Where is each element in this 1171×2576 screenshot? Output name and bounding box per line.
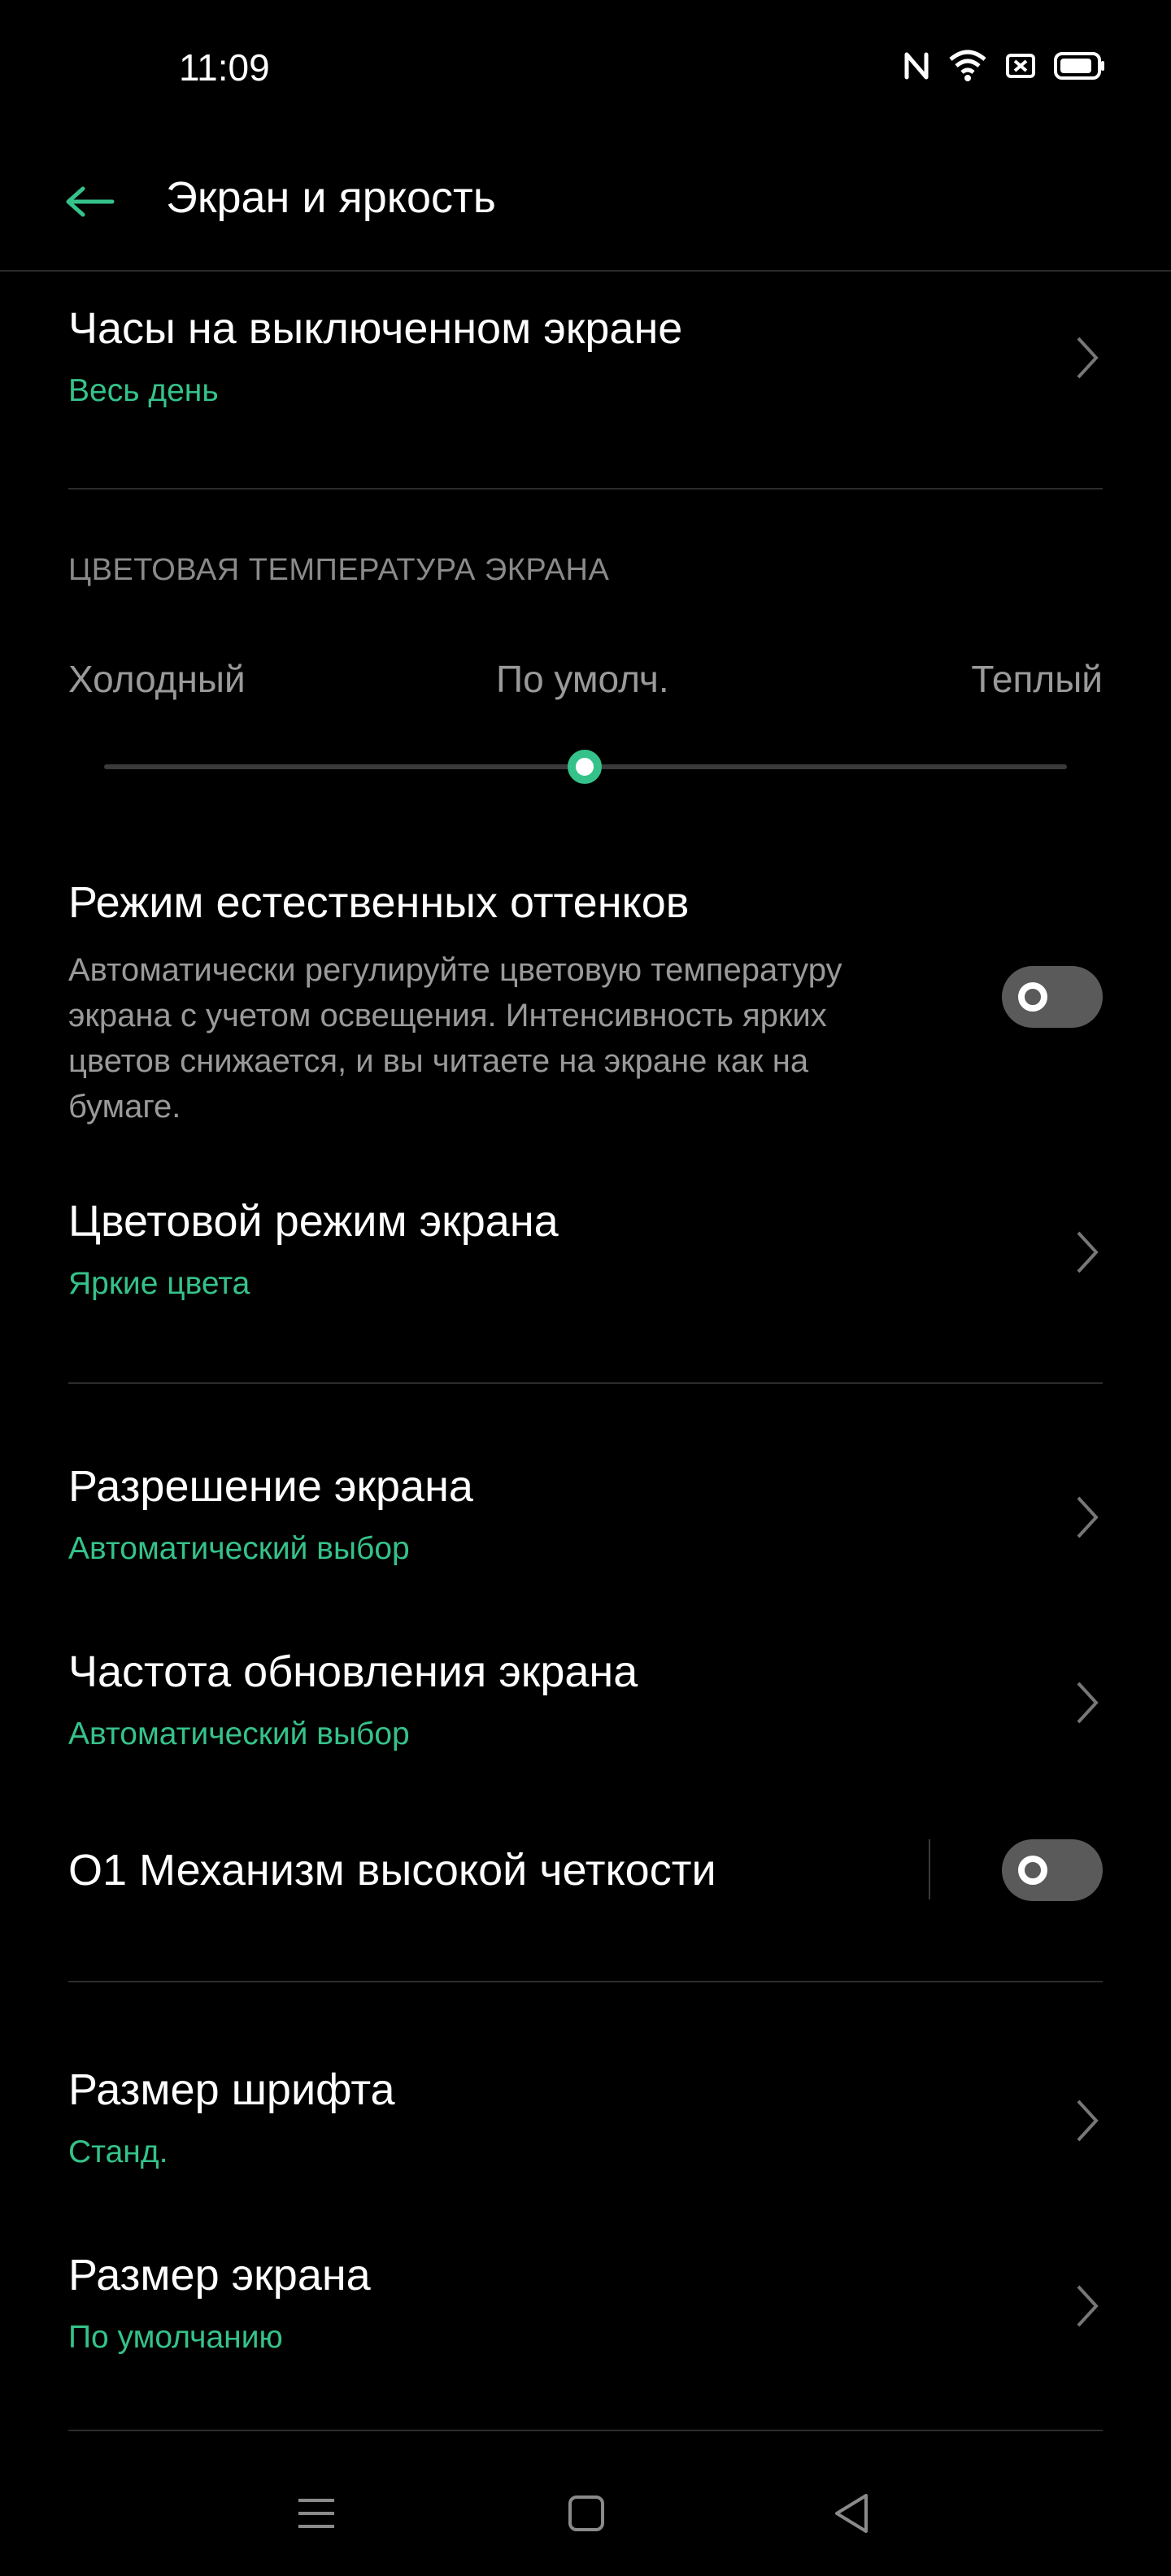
- setting-title: Разрешение экрана: [68, 1462, 473, 1511]
- divider: [68, 2430, 1103, 2431]
- notification-icon: [1005, 51, 1036, 80]
- setting-title: Размер шрифта: [68, 2065, 395, 2114]
- vertical-separator: [929, 1839, 930, 1899]
- back-button[interactable]: [57, 171, 122, 236]
- o1-engine-toggle[interactable]: [1002, 1839, 1103, 1901]
- setting-resolution[interactable]: Разрешение экрана Автоматический выбор: [68, 1460, 1103, 1574]
- setting-aod-clock[interactable]: Часы на выключенном экране Весь день: [68, 302, 1103, 416]
- setting-natural-tone[interactable]: Режим естественных оттенков Автоматическ…: [68, 877, 1103, 1137]
- label-cold: Холодный: [68, 658, 246, 700]
- navigation-bar: [0, 2448, 1171, 2576]
- chevron-right-icon: [1077, 1231, 1099, 1273]
- toggle-knob: [1018, 1856, 1047, 1885]
- battery-icon: [1054, 51, 1106, 80]
- status-bar: 11:09: [0, 0, 1171, 130]
- setting-value: По умолчанию: [68, 2319, 283, 2355]
- toggle-knob: [1018, 982, 1047, 1012]
- system-back-button[interactable]: [823, 2487, 880, 2543]
- setting-refresh-rate[interactable]: Частота обновления экрана Автоматический…: [68, 1646, 1103, 1760]
- page-title: Экран и яркость: [166, 173, 496, 222]
- divider: [68, 1382, 1103, 1384]
- chevron-right-icon: [1077, 337, 1099, 379]
- setting-title: Режим естественных оттенков: [68, 878, 690, 927]
- setting-title: Размер экрана: [68, 2251, 371, 2300]
- wifi-icon: [948, 50, 987, 82]
- setting-display-size[interactable]: Размер экрана По умолчанию: [68, 2249, 1103, 2363]
- slider-thumb[interactable]: [568, 750, 602, 784]
- label-warm: Теплый: [971, 658, 1103, 700]
- nfc-icon: [903, 50, 930, 82]
- chevron-right-icon: [1077, 2100, 1099, 2142]
- arrow-left-icon: [63, 185, 115, 222]
- setting-color-mode[interactable]: Цветовой режим экрана Яркие цвета: [68, 1195, 1103, 1309]
- status-icons: [903, 46, 1106, 86]
- temperature-labels: Холодный По умолч. Теплый: [68, 657, 1103, 706]
- setting-title: Цветовой режим экрана: [68, 1197, 559, 1246]
- setting-o1-engine[interactable]: O1 Механизм высокой четкости: [68, 1839, 1103, 1904]
- menu-icon: [295, 2496, 337, 2535]
- chevron-right-icon: [1077, 2285, 1099, 2327]
- divider: [68, 1981, 1103, 1982]
- status-clock: 11:09: [179, 46, 270, 89]
- chevron-right-icon: [1077, 1682, 1099, 1724]
- home-button[interactable]: [558, 2487, 615, 2543]
- top-app-bar: Экран и яркость: [0, 130, 1171, 272]
- natural-tone-toggle[interactable]: [1002, 966, 1103, 1028]
- back-icon: [832, 2492, 871, 2539]
- setting-title: Часы на выключенном экране: [68, 304, 683, 353]
- setting-value: Яркие цвета: [68, 1265, 250, 1301]
- setting-value: Весь день: [68, 372, 219, 408]
- setting-title: O1 Механизм высокой четкости: [68, 1846, 716, 1895]
- setting-value: Автоматический выбор: [68, 1530, 410, 1566]
- setting-description: Автоматически регулируйте цветовую темпе…: [68, 951, 842, 1125]
- setting-title: Частота обновления экрана: [68, 1647, 638, 1696]
- setting-value: Автоматический выбор: [68, 1716, 410, 1751]
- section-header-color-temperature: ЦВЕТОВАЯ ТЕМПЕРАТУРА ЭКРАНА: [68, 553, 610, 587]
- label-default: По умолч.: [496, 658, 669, 700]
- chevron-right-icon: [1077, 1496, 1099, 1538]
- divider: [68, 488, 1103, 490]
- setting-value: Станд.: [68, 2134, 168, 2169]
- setting-font-size[interactable]: Размер шрифта Станд.: [68, 2064, 1103, 2178]
- recents-button[interactable]: [288, 2487, 345, 2543]
- home-icon: [567, 2494, 606, 2537]
